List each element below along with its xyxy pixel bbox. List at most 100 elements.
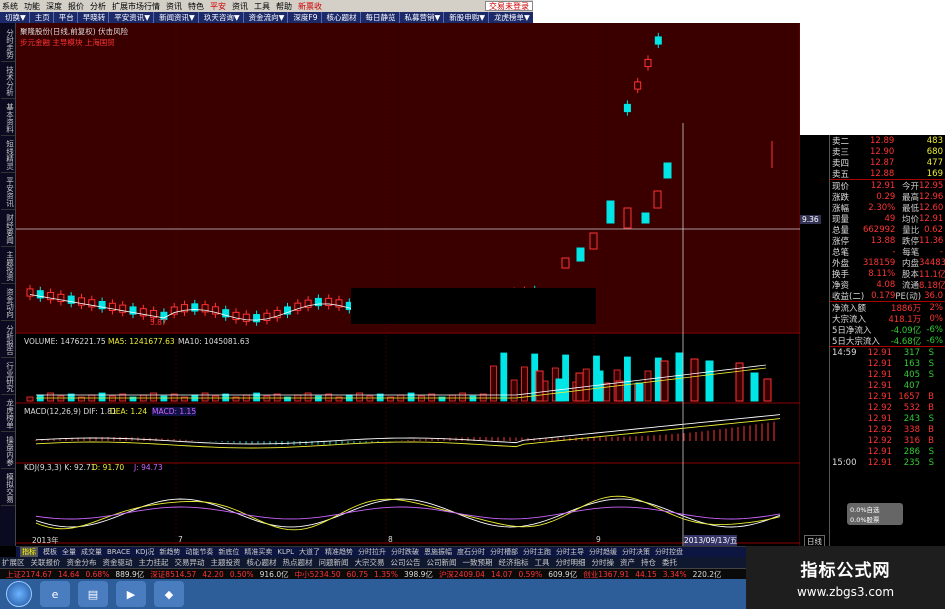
info-tab[interactable]: 持仓	[641, 557, 656, 568]
indicator-tab[interactable]: 分时趋缓	[589, 547, 617, 557]
info-tab[interactable]: 主题投资	[211, 557, 241, 568]
info-tab[interactable]: 问题新闻	[319, 557, 349, 568]
self-select-widget[interactable]: 0.0%自选 0.0%股票	[847, 503, 903, 525]
candle-body	[576, 247, 585, 262]
indicator-tab[interactable]: 恩施振幅	[424, 547, 452, 557]
menu-item[interactable]: 深度	[46, 1, 62, 12]
indicator-tab[interactable]: 精准趋势	[325, 547, 353, 557]
info-tab[interactable]: 资金驱动	[103, 557, 133, 568]
left-nav-item[interactable]: 资金动向	[0, 286, 15, 321]
menu-item[interactable]: 资讯	[166, 1, 182, 12]
info-tab[interactable]: 公司公告	[391, 557, 421, 568]
menu-item[interactable]: 扩展市场行情	[112, 1, 160, 12]
indicator-tab[interactable]: 分时拉升	[358, 547, 386, 557]
volume-bar	[150, 392, 158, 402]
toolbar-item[interactable]: 新股申购▼	[446, 12, 490, 23]
menu-item[interactable]: 特色	[188, 1, 204, 12]
menu-item[interactable]: 工具	[254, 1, 270, 12]
left-nav-item[interactable]: 操盘内参	[0, 434, 15, 469]
indicator-tab[interactable]: KLPL	[277, 548, 294, 556]
start-orb-icon[interactable]	[6, 581, 32, 607]
indicator-tab[interactable]: KDJ况	[135, 547, 154, 557]
toolbar-item[interactable]: 切换▼	[2, 12, 30, 23]
toolbar-item[interactable]: 每日静览	[363, 12, 400, 23]
info-tab[interactable]: 关联报价	[31, 557, 61, 568]
toolbar-item[interactable]: 龙虎榜单▼	[491, 12, 534, 23]
indicator-tab[interactable]: 分时控盘	[655, 547, 683, 557]
menu-item[interactable]: 功能	[24, 1, 40, 12]
info-tab[interactable]: 公司新闻	[427, 557, 457, 568]
toolbar-item[interactable]: 核心题材	[324, 12, 361, 23]
toolbar-item[interactable]: 玖天咨询▼	[201, 12, 244, 23]
menu-item[interactable]: 帮助	[276, 1, 292, 12]
media-icon[interactable]: ▶	[116, 581, 146, 607]
info-tab[interactable]: 经济指标	[499, 557, 529, 568]
info-tab[interactable]: 大宗交易	[355, 557, 385, 568]
zx-index: 中小5234.50	[294, 569, 341, 579]
indicator-tab[interactable]: 分时跌破	[391, 547, 419, 557]
app-icon[interactable]: ◆	[154, 581, 184, 607]
left-nav-item[interactable]: 行业研究	[0, 360, 15, 395]
trade-status[interactable]: 交易未登录	[485, 1, 533, 11]
toolbar-item[interactable]: 主页	[32, 12, 54, 23]
info-tab[interactable]: 资产	[620, 557, 635, 568]
indicator-tab[interactable]: 动能节奏	[185, 547, 213, 557]
indicator-tab[interactable]: 成交量	[81, 547, 102, 557]
folder-icon[interactable]: ▤	[78, 581, 108, 607]
left-nav-item[interactable]: 分时走势	[0, 27, 15, 62]
info-tab[interactable]: 工具	[535, 557, 550, 568]
toolbar-item[interactable]: 私募营销▼	[402, 12, 445, 23]
indicator-tab[interactable]: 新底位	[218, 547, 239, 557]
left-nav-item[interactable]: 技术分析	[0, 64, 15, 99]
info-tab[interactable]: 分时操	[592, 557, 615, 568]
indicator-tab[interactable]: 分时决策	[622, 547, 650, 557]
left-nav-item[interactable]: 财经要闻	[0, 212, 15, 247]
toolbar-item[interactable]: 新闻资讯▼	[156, 12, 199, 23]
info-tab[interactable]: 资金分布	[67, 557, 97, 568]
indicator-tab[interactable]: 指标	[20, 547, 38, 557]
menu-item[interactable]: 报价	[68, 1, 84, 12]
info-tab[interactable]: 扩展区	[2, 557, 25, 568]
left-nav-item[interactable]: 短线精灵	[0, 138, 15, 173]
volume-bar	[615, 380, 624, 402]
menu-item[interactable]: 平安	[210, 1, 226, 12]
toolbar-item[interactable]: 早晓转	[80, 12, 110, 23]
info-tab[interactable]: 分时明细	[556, 557, 586, 568]
info-tab[interactable]: 主力挂起	[139, 557, 169, 568]
info-tab[interactable]: 交易异动	[175, 557, 205, 568]
indicator-tab[interactable]: 分时主跑	[523, 547, 551, 557]
info-tab[interactable]: 热点题材	[283, 557, 313, 568]
indicator-tab[interactable]: 度石分时	[457, 547, 485, 557]
info-tab[interactable]: 委托	[662, 557, 677, 568]
menu-item[interactable]: 新票收	[298, 1, 322, 12]
left-nav-item[interactable]: 基本资料	[0, 101, 15, 136]
left-nav-item[interactable]: 龙虎榜单	[0, 397, 15, 432]
indicator-tab[interactable]: BRACE	[107, 548, 130, 556]
stat-value: 662992	[862, 224, 896, 235]
toolbar-item[interactable]: 深度F9	[290, 12, 322, 23]
sticky-item-2[interactable]: 0.0%股票	[850, 514, 900, 524]
menu-item[interactable]: 分析	[90, 1, 106, 12]
sh-index: 上证2174.67	[6, 569, 53, 579]
indicator-tab[interactable]: 全量	[62, 547, 76, 557]
left-nav-item[interactable]: 平安资讯	[0, 175, 15, 210]
indicator-tab[interactable]: 分时槽部	[490, 547, 518, 557]
indicator-tab[interactable]: 模板	[43, 547, 57, 557]
indicator-tab[interactable]: 大道了	[299, 547, 320, 557]
toolbar-item[interactable]: 资金流向▼	[246, 12, 289, 23]
left-nav-item[interactable]: 模拟交易	[0, 471, 15, 506]
menu-item[interactable]: 系统	[2, 1, 18, 12]
toolbar-item[interactable]: 平台	[56, 12, 78, 23]
toolbar-item[interactable]: 平安资讯▼	[111, 12, 155, 23]
left-nav-item[interactable]: 主题投资	[0, 249, 15, 284]
indicator-tab[interactable]: 分时主导	[556, 547, 584, 557]
info-tab[interactable]: 一致预期	[463, 557, 493, 568]
indicator-tab[interactable]: 精准买卖	[244, 547, 272, 557]
menu-item[interactable]: 资讯	[232, 1, 248, 12]
ie-icon[interactable]: e	[40, 581, 70, 607]
left-nav-item[interactable]: 分析报告	[0, 323, 15, 358]
watermark-title: 指标公式网	[800, 561, 891, 581]
indicator-tab[interactable]: 新趋势	[159, 547, 180, 557]
info-tab[interactable]: 核心题材	[247, 557, 277, 568]
sticky-item-1[interactable]: 0.0%自选	[850, 504, 900, 514]
